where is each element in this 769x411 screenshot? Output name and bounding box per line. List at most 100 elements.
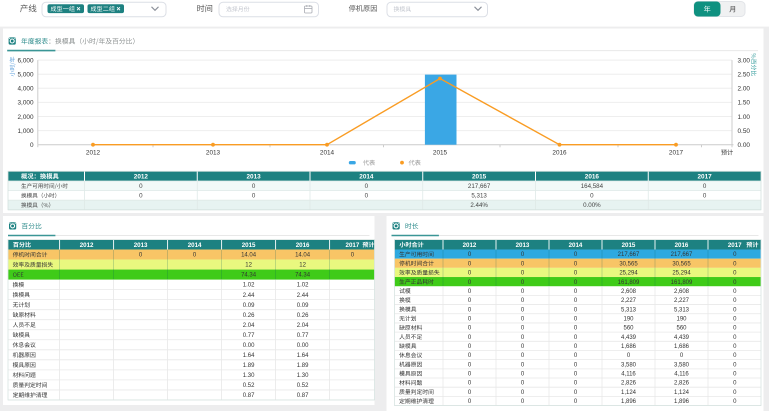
- svg-text:0: 0: [252, 183, 256, 190]
- svg-text:2,000: 2,000: [18, 114, 34, 121]
- svg-text:2014: 2014: [569, 242, 583, 249]
- svg-text:2013: 2013: [206, 150, 221, 157]
- svg-text:4,116: 4,116: [621, 372, 636, 378]
- svg-text:12: 12: [245, 263, 252, 269]
- svg-text:560: 560: [623, 326, 634, 332]
- svg-text:0.52: 0.52: [243, 383, 255, 389]
- svg-text:2013: 2013: [247, 173, 262, 180]
- svg-text:1,896: 1,896: [674, 399, 690, 405]
- svg-text:0: 0: [590, 193, 594, 200]
- svg-text:25,294: 25,294: [619, 271, 638, 277]
- svg-text:0.00: 0.00: [738, 142, 751, 149]
- svg-text:0.00: 0.00: [243, 343, 255, 349]
- svg-text:190: 190: [623, 316, 634, 322]
- svg-text:2017: 2017: [669, 150, 684, 157]
- svg-text:2,826: 2,826: [621, 381, 637, 387]
- svg-text:217,667: 217,667: [671, 252, 693, 258]
- svg-text:1.50: 1.50: [738, 100, 751, 107]
- svg-text:190: 190: [676, 316, 687, 322]
- svg-text:4,439: 4,439: [674, 335, 690, 341]
- svg-text:161,809: 161,809: [671, 280, 693, 286]
- svg-text:0.87: 0.87: [297, 393, 309, 399]
- svg-text:2012: 2012: [463, 242, 477, 249]
- svg-text:2017: 2017: [698, 173, 713, 180]
- svg-text:30,565: 30,565: [619, 261, 638, 267]
- svg-text:2012: 2012: [86, 150, 101, 157]
- svg-text:1,686: 1,686: [674, 344, 690, 350]
- svg-text:3,000: 3,000: [18, 100, 34, 107]
- svg-text:1.02: 1.02: [243, 283, 255, 289]
- svg-text:0: 0: [365, 193, 369, 200]
- svg-text:0: 0: [365, 183, 369, 190]
- svg-text:2014: 2014: [188, 242, 202, 249]
- svg-text:0: 0: [252, 193, 256, 200]
- svg-text:2013: 2013: [516, 242, 530, 249]
- svg-text:2,608: 2,608: [674, 289, 690, 295]
- svg-text:1.89: 1.89: [297, 363, 309, 369]
- svg-text:2017: 2017: [346, 242, 360, 249]
- svg-text:0.87: 0.87: [243, 393, 255, 399]
- svg-text:0.52: 0.52: [297, 383, 309, 389]
- svg-text:1,686: 1,686: [621, 344, 637, 350]
- svg-text:5,313: 5,313: [621, 307, 637, 313]
- svg-text:1.00: 1.00: [738, 114, 751, 121]
- svg-text:2.44: 2.44: [297, 293, 309, 299]
- svg-text:1.30: 1.30: [297, 373, 309, 379]
- svg-text:2,227: 2,227: [621, 298, 637, 304]
- svg-text:1.64: 1.64: [243, 353, 255, 359]
- svg-text:3,580: 3,580: [674, 362, 690, 368]
- svg-text:2014: 2014: [320, 150, 335, 157]
- svg-text:2,608: 2,608: [621, 289, 637, 295]
- svg-text:0.09: 0.09: [243, 303, 255, 309]
- svg-text:0.77: 0.77: [297, 333, 309, 339]
- svg-text:0.77: 0.77: [243, 333, 255, 339]
- svg-text:74.34: 74.34: [241, 273, 257, 279]
- svg-text:5,313: 5,313: [674, 307, 690, 313]
- svg-text:1.64: 1.64: [297, 353, 309, 359]
- svg-text:2.44: 2.44: [243, 293, 255, 299]
- svg-text:5,000: 5,000: [18, 71, 34, 78]
- svg-text:0.50: 0.50: [738, 128, 751, 135]
- svg-text:0.26: 0.26: [297, 313, 309, 319]
- svg-text:30,565: 30,565: [672, 261, 691, 267]
- svg-text:25,294: 25,294: [672, 271, 691, 277]
- svg-text:2013: 2013: [134, 242, 148, 249]
- svg-text:2,826: 2,826: [674, 381, 690, 387]
- svg-text:0: 0: [139, 183, 143, 190]
- svg-text:1,000: 1,000: [18, 128, 34, 135]
- svg-text:14.04: 14.04: [295, 253, 311, 259]
- svg-text:2014: 2014: [359, 173, 374, 180]
- svg-text:2015: 2015: [242, 242, 256, 249]
- svg-text:0.26: 0.26: [243, 313, 255, 319]
- svg-text:2012: 2012: [134, 173, 149, 180]
- svg-text:2016: 2016: [585, 173, 600, 180]
- svg-text:5,313: 5,313: [471, 193, 487, 200]
- svg-text:2012: 2012: [80, 242, 94, 249]
- svg-text:2016: 2016: [296, 242, 310, 249]
- svg-text:74.34: 74.34: [295, 273, 311, 279]
- svg-text:217,667: 217,667: [618, 252, 640, 258]
- svg-text:2,227: 2,227: [674, 298, 690, 304]
- svg-text:3,580: 3,580: [621, 362, 637, 368]
- svg-text:6,000: 6,000: [18, 57, 34, 64]
- svg-text:2015: 2015: [472, 173, 487, 180]
- svg-text:1.02: 1.02: [297, 283, 309, 289]
- svg-text:161,809: 161,809: [618, 280, 640, 286]
- svg-text:2016: 2016: [552, 150, 567, 157]
- svg-text:1,124: 1,124: [621, 390, 637, 396]
- svg-text:4,439: 4,439: [621, 335, 637, 341]
- svg-text:1,896: 1,896: [621, 399, 637, 405]
- svg-text:1.89: 1.89: [243, 363, 255, 369]
- svg-text:2.50: 2.50: [738, 71, 751, 78]
- svg-text:1,124: 1,124: [674, 390, 690, 396]
- svg-text:0: 0: [703, 183, 707, 190]
- svg-text:2015: 2015: [433, 150, 448, 157]
- svg-text:2015: 2015: [622, 242, 636, 249]
- svg-text:1.30: 1.30: [243, 373, 255, 379]
- svg-text:4,116: 4,116: [674, 372, 689, 378]
- svg-text:560: 560: [676, 326, 687, 332]
- svg-text:0: 0: [703, 193, 707, 200]
- svg-text:0: 0: [139, 193, 143, 200]
- svg-text:2016: 2016: [675, 242, 689, 249]
- svg-text:3.00: 3.00: [738, 57, 751, 64]
